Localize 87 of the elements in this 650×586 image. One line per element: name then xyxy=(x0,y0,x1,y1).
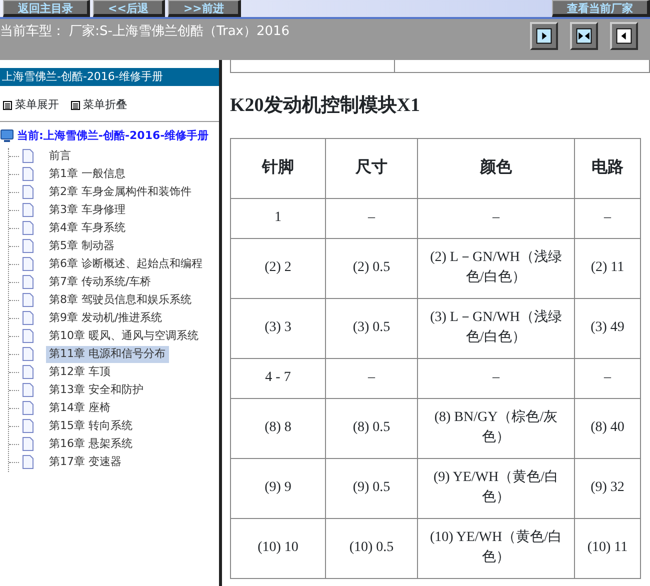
page-icon xyxy=(22,149,34,164)
table-cell: (10) 0.5 xyxy=(326,518,418,578)
list-icon xyxy=(71,100,80,110)
table-cell: (3) L－GN/WH（浅绿色/白色） xyxy=(418,298,574,358)
page-icon xyxy=(22,185,34,200)
column-header: 颜色 xyxy=(418,138,574,198)
table-cell: (9) 32 xyxy=(574,458,640,518)
split-panel-icon xyxy=(575,27,593,45)
table-cell: (3) 0.5 xyxy=(326,298,418,358)
column-header: 针脚 xyxy=(230,138,326,198)
page-icon xyxy=(22,401,34,416)
table-cell: (9) 0.5 xyxy=(326,458,418,518)
collapse-panel-icon xyxy=(615,27,633,45)
nav-button[interactable]: 返回主目录 xyxy=(3,0,90,17)
toolbar-button[interactable] xyxy=(610,22,638,50)
table-cell: 1 xyxy=(230,198,326,238)
tree-item[interactable]: 第17章 变速器 xyxy=(46,454,124,471)
page-icon xyxy=(22,455,34,470)
tree-item[interactable]: 第9章 发动机/推进系统 xyxy=(46,310,166,327)
table-cell: (8) 40 xyxy=(574,398,640,458)
table-cell: (2) 2 xyxy=(230,238,326,298)
page-icon xyxy=(22,365,34,380)
tree-item[interactable]: 第4章 车身系统 xyxy=(46,220,128,237)
tree-item[interactable]: 第3章 车身修理 xyxy=(46,202,128,219)
table-cell: (3) 3 xyxy=(230,298,326,358)
table-cell: (9) 9 xyxy=(230,458,326,518)
section-heading: K20发动机控制模块X1 xyxy=(230,95,421,118)
tree-item[interactable]: 第8章 驾驶员信息和娱乐系统 xyxy=(46,292,194,309)
tree-item[interactable]: 第7章 传动系统/车桥 xyxy=(46,274,154,291)
table-cell: (9) YE/WH（黄色/白色） xyxy=(418,458,574,518)
tree-item[interactable]: 第15章 转向系统 xyxy=(46,418,136,435)
page-icon xyxy=(22,437,34,452)
tree-item[interactable]: 前言 xyxy=(46,148,74,165)
tree-item[interactable]: 第1章 一般信息 xyxy=(46,166,128,183)
page-icon xyxy=(22,275,34,290)
tree-item[interactable]: 第2章 车身金属构件和装饰件 xyxy=(46,184,194,201)
tree-item[interactable]: 第12章 车顶 xyxy=(46,364,114,381)
computer-icon xyxy=(0,129,14,144)
table-cell: – xyxy=(574,358,640,398)
toolbar-button[interactable] xyxy=(530,22,558,50)
table-cell: (2) L－GN/WH（浅绿色/白色） xyxy=(418,238,574,298)
table-cell: (8) 0.5 xyxy=(326,398,418,458)
tree-item[interactable]: 第6章 诊断概述、起始点和编程 xyxy=(46,256,206,273)
table-cell: (2) 0.5 xyxy=(326,238,418,298)
page-icon xyxy=(22,347,34,362)
table-cell: (8) BN/GY（棕色/灰色） xyxy=(418,398,574,458)
tree-item[interactable]: 第16章 悬架系统 xyxy=(46,436,136,453)
table-cell: – xyxy=(418,198,574,238)
page-icon xyxy=(22,311,34,326)
nav-button[interactable]: >>前进 xyxy=(168,0,241,17)
page-icon xyxy=(22,167,34,182)
tree-item[interactable]: 第5章 制动器 xyxy=(46,238,118,255)
table-cell: – xyxy=(418,358,574,398)
list-icon xyxy=(3,100,12,110)
table-cell: (10) 10 xyxy=(230,518,326,578)
table-cell: (10) 11 xyxy=(574,518,640,578)
page-icon xyxy=(22,239,34,254)
sidebar-title: 上海雪佛兰-创酷-2016-维修手册 xyxy=(0,68,219,86)
page-icon xyxy=(22,329,34,344)
tree-item[interactable]: 第10章 暖风、通风与空调系统 xyxy=(46,328,202,345)
table-cell: – xyxy=(326,198,418,238)
page-icon xyxy=(22,419,34,434)
toolbar-button[interactable] xyxy=(570,22,598,50)
table-cell: – xyxy=(574,198,640,238)
table-cell: – xyxy=(326,358,418,398)
current-model-text: 当前车型： 厂家:S-上海雪佛兰创酷（Trax）2016 xyxy=(0,23,291,41)
nav-button[interactable]: 查看当前厂家 xyxy=(552,0,650,17)
column-header: 尺寸 xyxy=(326,138,418,198)
menu-toggle-link[interactable]: 菜单折叠 xyxy=(71,89,127,121)
tree-item[interactable]: 第13章 安全和防护 xyxy=(46,382,146,399)
table-cell: (8) 8 xyxy=(230,398,326,458)
table-cell: (2) 11 xyxy=(574,238,640,298)
page-icon xyxy=(22,383,34,398)
page-icon xyxy=(22,257,34,272)
tree-item[interactable]: 第11章 电源和信号分布 xyxy=(46,346,168,363)
menu-toggle-link[interactable]: 菜单展开 xyxy=(3,89,59,121)
nav-button[interactable]: <<后退 xyxy=(93,0,166,17)
expand-panel-icon xyxy=(535,27,553,45)
page-icon xyxy=(22,221,34,236)
tree-item[interactable]: 第14章 座椅 xyxy=(46,400,114,417)
table-cell: 4 - 7 xyxy=(230,358,326,398)
table-cell: (10) YE/WH（黄色/白色） xyxy=(418,518,574,578)
tree-root-label[interactable]: 当前:上海雪佛兰-创酷-2016-维修手册 xyxy=(17,128,209,144)
page-icon xyxy=(22,203,34,218)
page-icon xyxy=(22,293,34,308)
column-header: 电路 xyxy=(574,138,640,198)
table-cell: (3) 49 xyxy=(574,298,640,358)
